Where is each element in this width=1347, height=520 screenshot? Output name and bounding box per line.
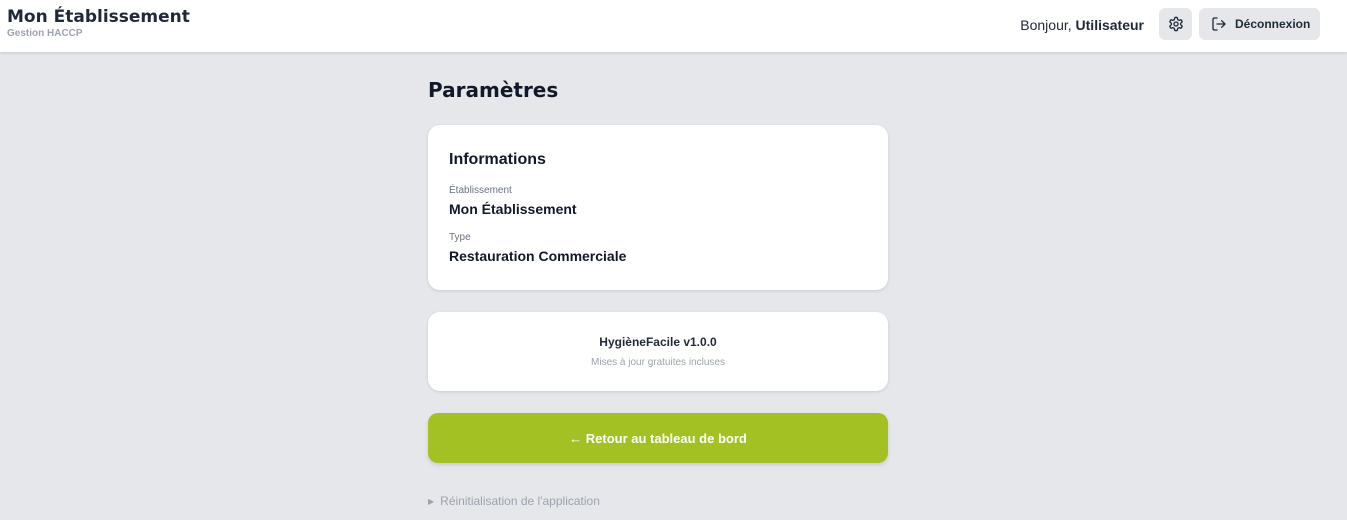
reset-app-label: Réinitialisation de l'application xyxy=(440,494,600,508)
logout-button[interactable]: Déconnexion xyxy=(1199,8,1320,40)
update-note: Mises à jour gratuites incluses xyxy=(591,356,725,368)
logout-icon xyxy=(1212,17,1226,31)
back-to-dashboard-button[interactable]: ← Retour au tableau de bord xyxy=(428,413,888,463)
top-header: Mon Établissement Gestion HACCP Bonjour,… xyxy=(0,0,1347,52)
logout-label: Déconnexion xyxy=(1235,17,1311,31)
app-version: HygièneFacile v1.0.0 xyxy=(599,334,717,349)
user-greeting: Bonjour, Utilisateur xyxy=(1020,16,1144,34)
establishment-label: Établissement xyxy=(449,185,512,196)
information-card-title: Informations xyxy=(449,151,546,168)
version-card: HygièneFacile v1.0.0 Mises à jour gratui… xyxy=(428,312,888,391)
type-field: Type Restauration Commerciale xyxy=(449,232,867,265)
app-subtitle: Gestion HACCP xyxy=(7,28,83,39)
type-value: Restauration Commerciale xyxy=(449,248,627,264)
user-name: Utilisateur xyxy=(1075,17,1144,33)
greeting-prefix: Bonjour, xyxy=(1020,17,1072,33)
type-label: Type xyxy=(449,232,471,243)
information-card: Informations Établissement Mon Établisse… xyxy=(428,125,888,290)
brand: Mon Établissement Gestion HACCP xyxy=(7,7,190,40)
reset-app-toggle[interactable]: ▶ Réinitialisation de l'application xyxy=(428,494,600,509)
gear-icon xyxy=(1168,16,1183,32)
page-title: Paramètres xyxy=(428,78,559,102)
settings-button[interactable] xyxy=(1159,8,1192,40)
expand-arrow-icon: ▶ xyxy=(428,497,435,506)
establishment-title: Mon Établissement xyxy=(7,7,190,27)
establishment-value: Mon Établissement xyxy=(449,201,577,217)
establishment-field: Établissement Mon Établissement xyxy=(449,185,867,218)
